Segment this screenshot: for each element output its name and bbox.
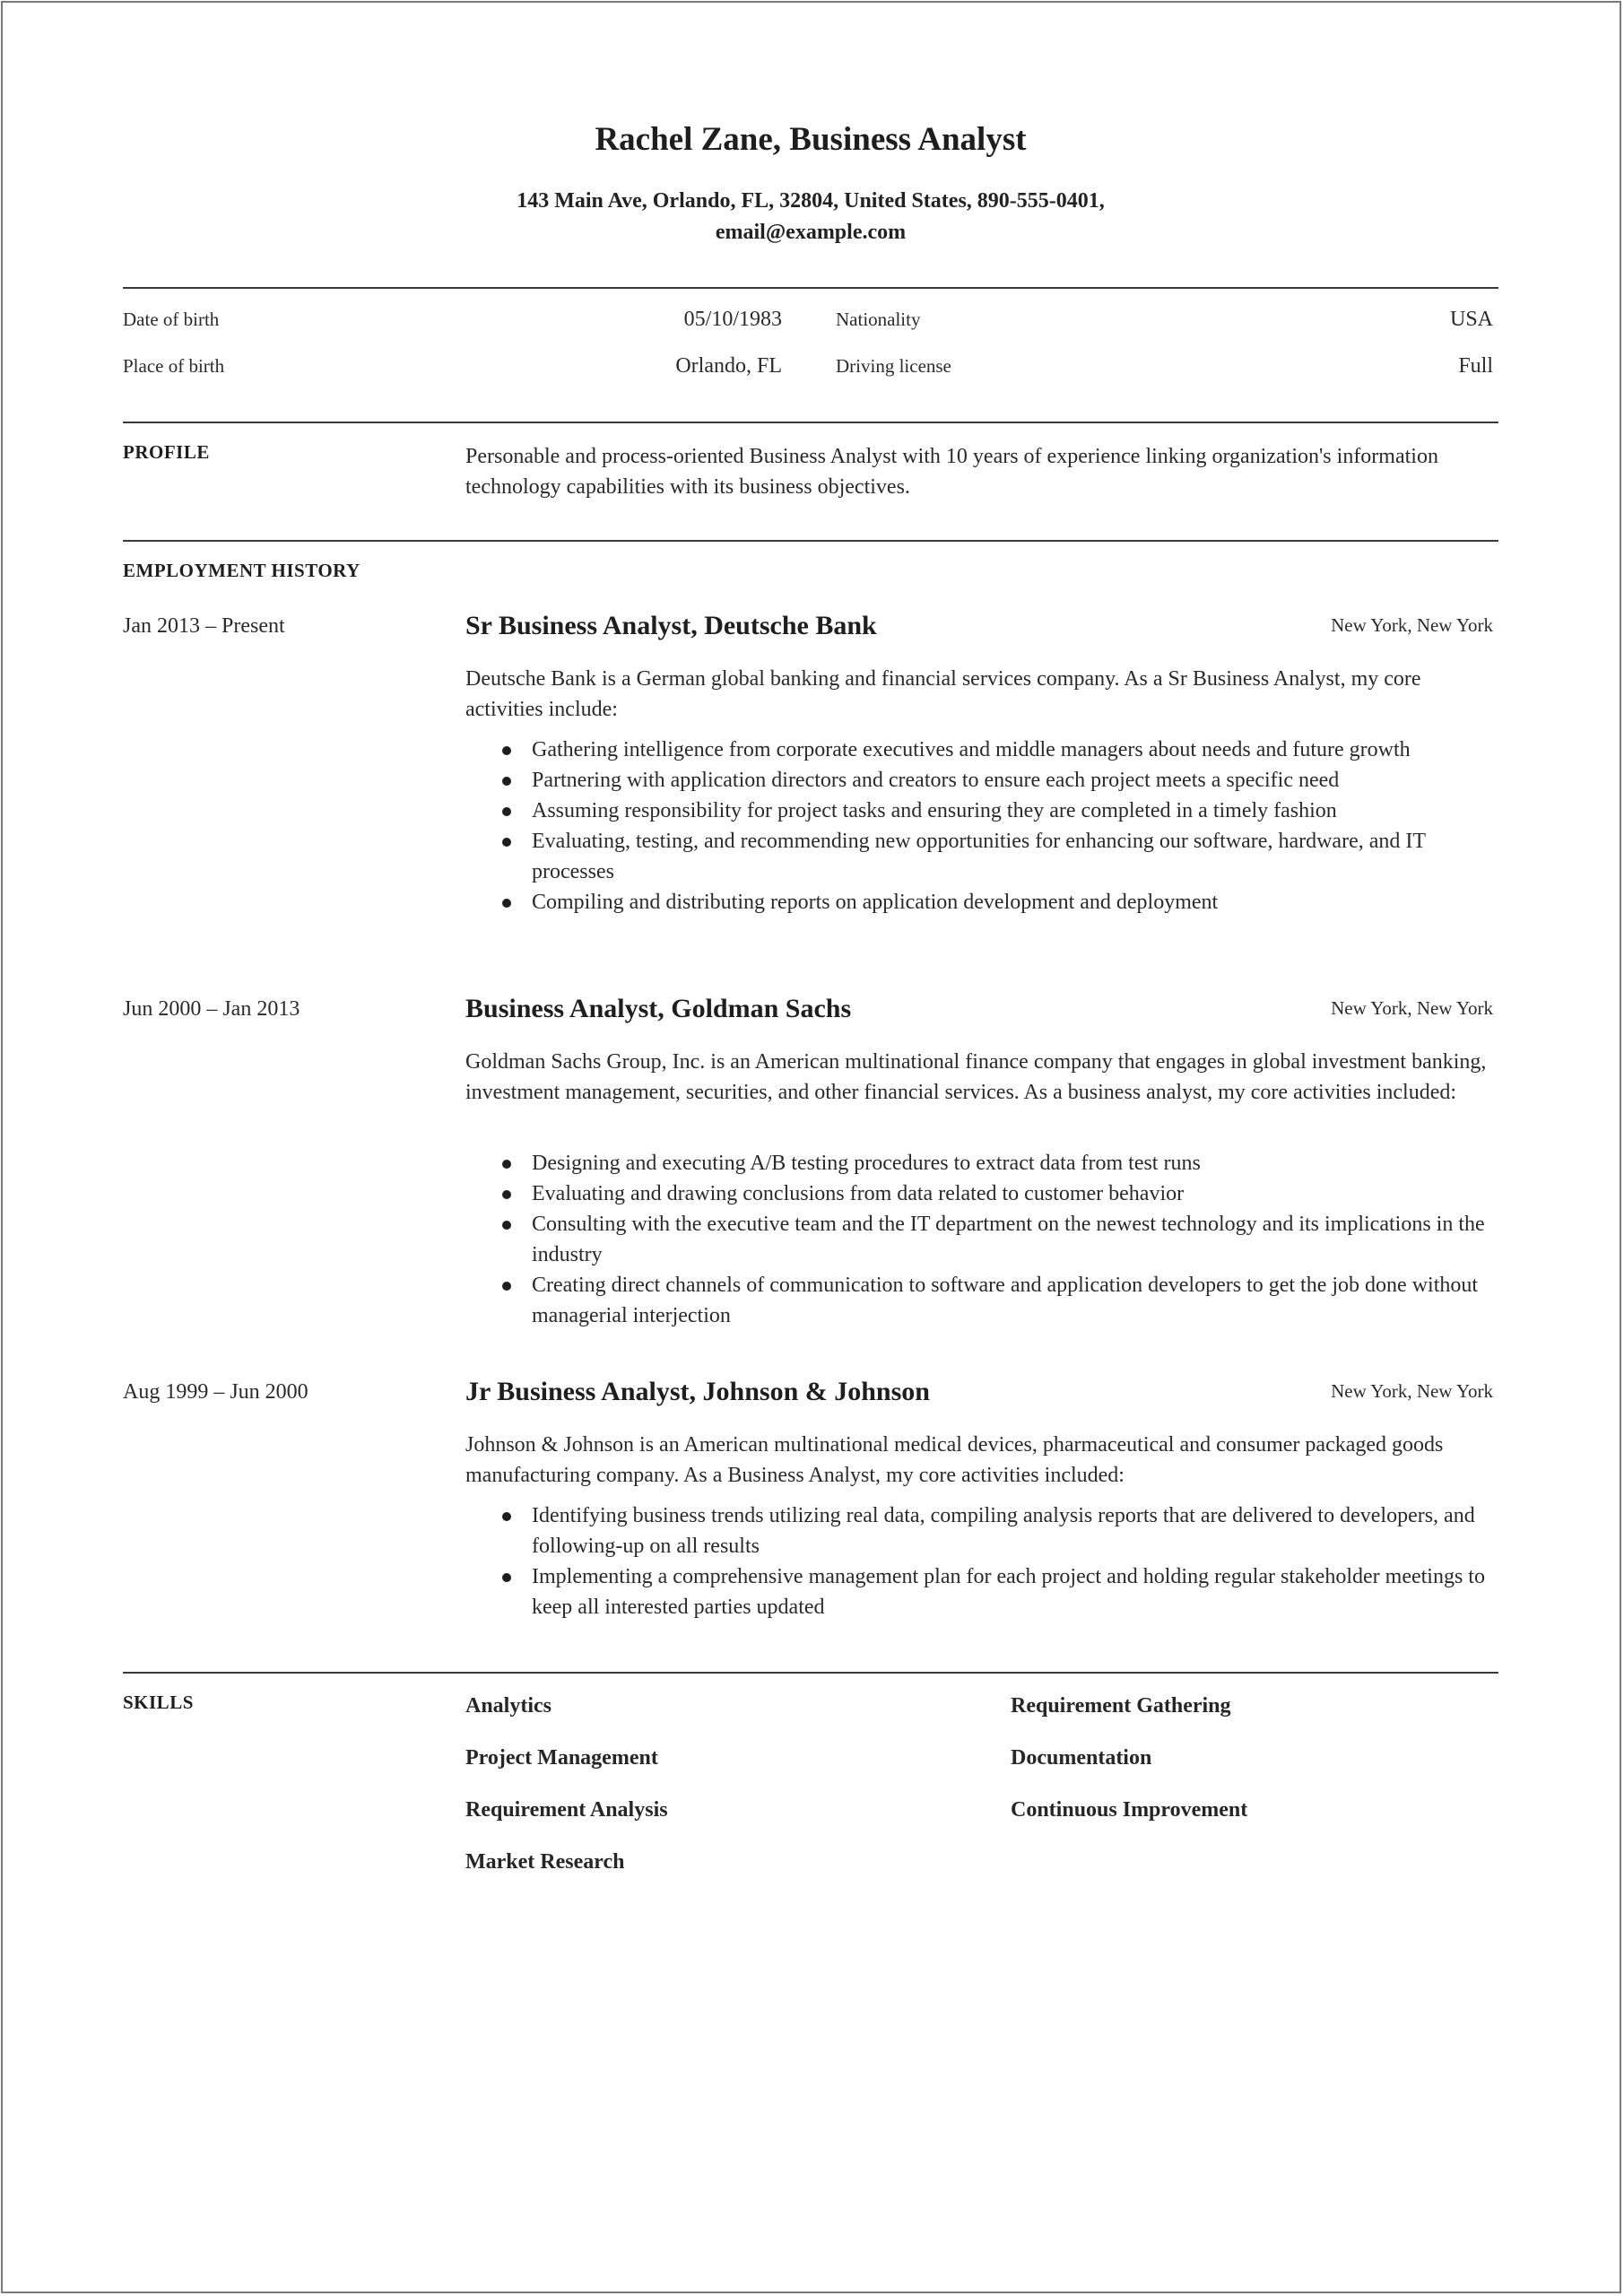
employment-history-heading: EMPLOYMENT HISTORY <box>123 560 360 581</box>
divider <box>123 540 1498 542</box>
job-bullet-item: Consulting with the executive team and t… <box>465 1209 1497 1270</box>
bullet-text: Partnering with application directors an… <box>532 769 1340 792</box>
job-dates: Aug 1999 – Jun 2000 <box>123 1380 308 1404</box>
contact-info: 143 Main Ave, Orlando, FL, 32804, United… <box>123 186 1498 248</box>
skill-item: Continuous Improvement <box>1011 1798 1248 1822</box>
bullet-icon <box>502 746 511 755</box>
job-dates: Jan 2013 – Present <box>123 614 285 638</box>
place-of-birth-label: Place of birth <box>123 355 225 377</box>
bullet-text: Gathering intelligence from corporate ex… <box>532 738 1411 761</box>
contact-email: email@example.com <box>715 221 907 244</box>
job-description: Johnson & Johnson is an American multina… <box>465 1433 1444 1487</box>
job-bullet-item: Compiling and distributing reports on ap… <box>465 887 1497 918</box>
skill-item: Analytics <box>465 1694 551 1718</box>
skill-item: Project Management <box>465 1746 658 1770</box>
bullet-icon <box>502 1573 511 1582</box>
job-location: New York, New York <box>1331 1380 1493 1402</box>
bullet-icon <box>502 1160 511 1169</box>
date-of-birth-value: 05/10/1983 <box>683 308 782 331</box>
job-bullet-item: Implementing a comprehensive management … <box>465 1561 1497 1622</box>
bullet-icon <box>502 838 511 847</box>
job-bullet-item: Identifying business trends utilizing re… <box>465 1500 1497 1561</box>
job-description: Deutsche Bank is a German global banking… <box>465 667 1421 721</box>
driving-license-label: Driving license <box>836 355 951 377</box>
profile-heading: PROFILE <box>123 441 210 463</box>
job-bullet-list: Identifying business trends utilizing re… <box>465 1500 1497 1622</box>
driving-license-value: Full <box>1458 354 1493 378</box>
job-location: New York, New York <box>1331 614 1493 636</box>
bullet-text: Assuming responsibility for project task… <box>532 799 1337 822</box>
bullet-text: Evaluating, testing, and recommending ne… <box>532 830 1426 883</box>
job-dates: Jun 2000 – Jan 2013 <box>123 997 300 1021</box>
job-title: Sr Business Analyst, Deutsche Bank <box>465 611 877 640</box>
place-of-birth-value: Orlando, FL <box>675 354 782 378</box>
divider <box>123 287 1498 289</box>
job-bullet-item: Designing and executing A/B testing proc… <box>465 1148 1497 1178</box>
skills-heading: SKILLS <box>123 1692 194 1713</box>
job-description: Goldman Sachs Group, Inc. is an American… <box>465 1050 1487 1104</box>
bullet-text: Implementing a comprehensive management … <box>532 1565 1485 1619</box>
skill-item: Documentation <box>1011 1746 1152 1770</box>
job-location: New York, New York <box>1331 997 1493 1019</box>
job-bullet-item: Assuming responsibility for project task… <box>465 796 1497 826</box>
resume-name-title: Rachel Zane, Business Analyst <box>595 121 1027 158</box>
skill-item: Requirement Analysis <box>465 1798 668 1822</box>
bullet-icon <box>502 899 511 908</box>
bullet-text: Identifying business trends utilizing re… <box>532 1504 1475 1558</box>
job-title: Jr Business Analyst, Johnson & Johnson <box>465 1377 930 1406</box>
bullet-text: Evaluating and drawing conclusions from … <box>532 1182 1185 1205</box>
job-bullet-list: Gathering intelligence from corporate ex… <box>465 735 1497 918</box>
skill-item: Requirement Gathering <box>1011 1694 1231 1718</box>
job-bullet-item: Creating direct channels of communicatio… <box>465 1270 1497 1331</box>
divider <box>123 1672 1498 1674</box>
page-border <box>1 1 1621 2293</box>
nationality-label: Nationality <box>836 309 921 330</box>
nationality-value: USA <box>1449 308 1493 331</box>
job-bullet-item: Evaluating and drawing conclusions from … <box>465 1178 1497 1209</box>
bullet-icon <box>502 807 511 816</box>
bullet-icon <box>502 777 511 786</box>
bullet-icon <box>502 1282 511 1291</box>
bullet-icon <box>502 1512 511 1521</box>
job-bullet-list: Designing and executing A/B testing proc… <box>465 1148 1497 1331</box>
skill-item: Market Research <box>465 1850 625 1874</box>
bullet-text: Compiling and distributing reports on ap… <box>532 891 1219 914</box>
job-bullet-item: Evaluating, testing, and recommending ne… <box>465 826 1497 887</box>
job-title: Business Analyst, Goldman Sachs <box>465 994 852 1023</box>
bullet-text: Designing and executing A/B testing proc… <box>532 1152 1201 1175</box>
bullet-text: Creating direct channels of communicatio… <box>532 1274 1479 1327</box>
bullet-text: Consulting with the executive team and t… <box>532 1213 1485 1266</box>
profile-summary: Personable and process-oriented Business… <box>465 445 1438 499</box>
date-of-birth-label: Date of birth <box>123 309 220 330</box>
contact-address-phone: 143 Main Ave, Orlando, FL, 32804, United… <box>517 189 1105 213</box>
job-bullet-item: Gathering intelligence from corporate ex… <box>465 735 1497 765</box>
bullet-icon <box>502 1221 511 1230</box>
job-bullet-item: Partnering with application directors an… <box>465 765 1497 796</box>
bullet-icon <box>502 1190 511 1199</box>
divider <box>123 422 1498 423</box>
